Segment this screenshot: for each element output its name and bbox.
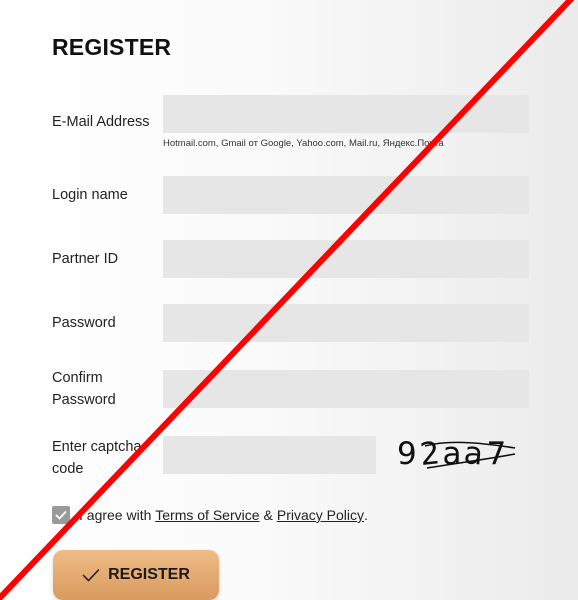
confirm-label-line1: Confirm — [52, 370, 103, 386]
captcha-image: 9 2 a a 7 — [397, 434, 531, 474]
login-field[interactable] — [163, 176, 529, 214]
email-label: E-Mail Address — [52, 114, 150, 130]
captcha-label: Enter captcha code — [52, 436, 141, 480]
confirm-label-line2: Password — [52, 392, 116, 408]
partner-id-label: Partner ID — [52, 251, 119, 267]
login-label: Login name — [52, 187, 128, 203]
confirm-password-label: Confirm Password — [52, 367, 116, 411]
confirm-password-field[interactable] — [163, 370, 529, 408]
agree-suffix: . — [364, 507, 368, 523]
email-hint: Hotmail.com, Gmail от Google, Yahoo.com,… — [163, 138, 444, 149]
captcha-label-line1: Enter captcha — [52, 439, 142, 455]
captcha-field[interactable] — [163, 436, 376, 474]
register-button[interactable]: REGISTER — [53, 550, 219, 600]
check-icon — [82, 568, 100, 582]
agree-row: I agree with Terms of Service & Privacy … — [52, 505, 368, 525]
page-title: REGISTER — [52, 34, 172, 60]
password-field[interactable] — [163, 304, 529, 342]
agree-separator: & — [263, 507, 273, 523]
partner-id-field[interactable] — [163, 240, 529, 278]
privacy-policy-link[interactable]: Privacy Policy — [277, 507, 364, 523]
check-icon — [55, 510, 67, 520]
register-button-label: REGISTER — [108, 566, 190, 583]
email-field[interactable] — [163, 95, 529, 133]
agree-checkbox[interactable] — [52, 506, 70, 524]
agree-text: I agree with — [79, 507, 152, 523]
captcha-label-line2: code — [52, 461, 84, 477]
password-label: Password — [52, 315, 116, 331]
captcha-noise-lines — [424, 441, 516, 469]
terms-of-service-link[interactable]: Terms of Service — [155, 507, 259, 523]
